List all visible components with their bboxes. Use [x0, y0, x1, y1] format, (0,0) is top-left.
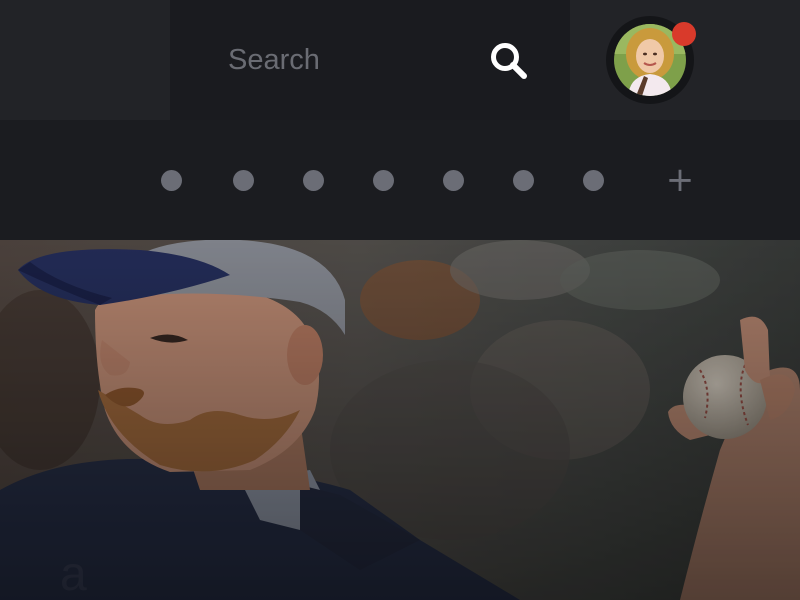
- top-bar: [0, 0, 800, 120]
- carousel-dot-2[interactable]: [233, 170, 254, 191]
- carousel-dot-5[interactable]: [443, 170, 464, 191]
- hero-image: a: [0, 240, 800, 600]
- search-input[interactable]: [228, 38, 478, 82]
- top-bar-left-panel: [0, 0, 170, 120]
- notification-badge: [672, 22, 696, 46]
- carousel-indicators: +: [0, 120, 800, 240]
- app-root: +: [0, 0, 800, 600]
- carousel-dot-3[interactable]: [303, 170, 324, 191]
- profile-area: [570, 0, 800, 120]
- carousel-dot-4[interactable]: [373, 170, 394, 191]
- carousel-dot-1[interactable]: [161, 170, 182, 191]
- carousel-dot-6[interactable]: [513, 170, 534, 191]
- search-bar: [170, 0, 570, 120]
- add-icon[interactable]: +: [662, 162, 698, 198]
- carousel-dot-7[interactable]: [583, 170, 604, 191]
- search-icon[interactable]: [488, 40, 532, 84]
